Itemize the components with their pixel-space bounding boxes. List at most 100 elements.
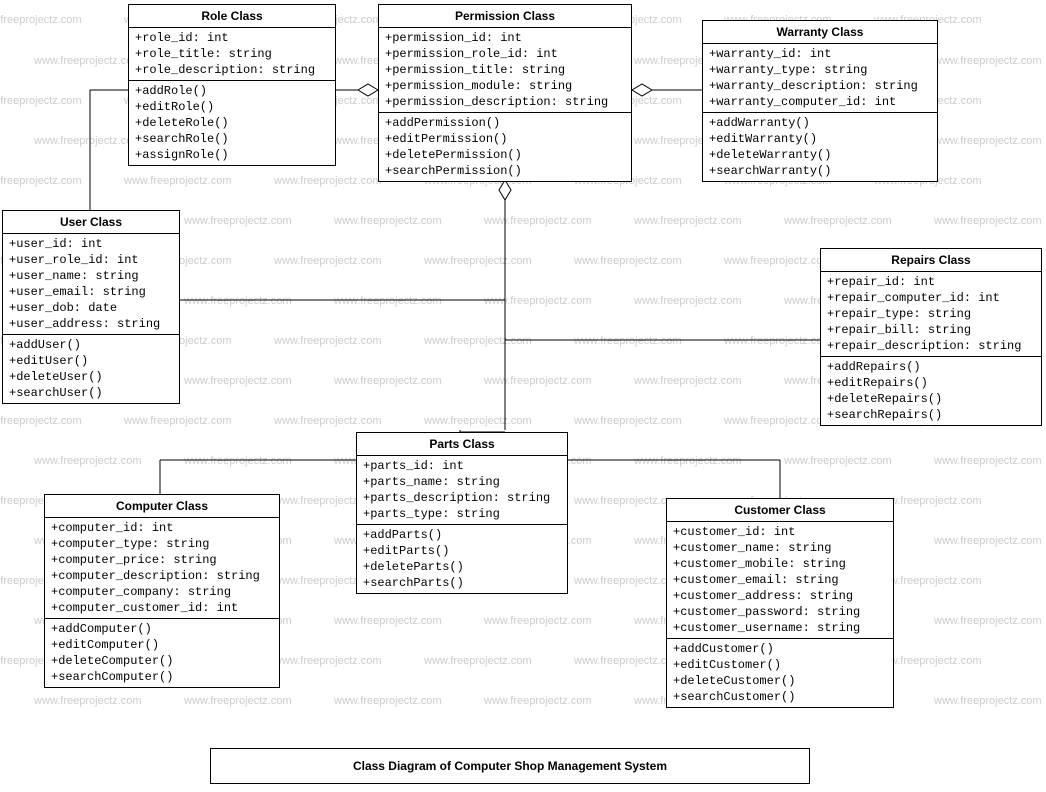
class-member: +assignRole() <box>135 147 329 163</box>
watermark-text: www.freeprojectz.com <box>34 455 142 467</box>
class-permission: Permission Class +permission_id: int+per… <box>378 4 632 182</box>
class-attributes: +repair_id: int+repair_computer_id: int+… <box>821 272 1041 357</box>
class-member: +computer_id: int <box>51 520 273 536</box>
class-member: +deleteRole() <box>135 115 329 131</box>
class-member: +parts_type: string <box>363 506 561 522</box>
class-member: +addRepairs() <box>827 359 1035 375</box>
class-member: +deleteComputer() <box>51 653 273 669</box>
watermark-text: www.freeprojectz.com <box>934 695 1042 707</box>
class-customer: Customer Class +customer_id: int+custome… <box>666 498 894 708</box>
class-member: +searchRole() <box>135 131 329 147</box>
class-member: +deleteWarranty() <box>709 147 931 163</box>
class-title: Parts Class <box>357 433 567 456</box>
class-member: +role_id: int <box>135 30 329 46</box>
class-member: +customer_mobile: string <box>673 556 887 572</box>
class-repairs: Repairs Class +repair_id: int+repair_com… <box>820 248 1042 426</box>
class-methods: +addCustomer()+editCustomer()+deleteCust… <box>667 639 893 707</box>
watermark-text: www.freeprojectz.com <box>184 295 292 307</box>
class-member: +permission_id: int <box>385 30 625 46</box>
watermark-text: www.freeprojectz.com <box>484 295 592 307</box>
watermark-text: www.freeprojectz.com <box>934 135 1042 147</box>
watermark-text: www.freeprojectz.com <box>274 655 382 667</box>
watermark-text: www.freeprojectz.com <box>784 455 892 467</box>
watermark-text: www.freeprojectz.com <box>484 695 592 707</box>
class-member: +repair_bill: string <box>827 322 1035 338</box>
class-member: +repair_id: int <box>827 274 1035 290</box>
class-member: +deleteUser() <box>9 369 173 385</box>
diagram-title: Class Diagram of Computer Shop Managemen… <box>210 748 810 784</box>
class-member: +computer_company: string <box>51 584 273 600</box>
class-member: +permission_description: string <box>385 94 625 110</box>
class-member: +deleteCustomer() <box>673 673 887 689</box>
class-member: +searchComputer() <box>51 669 273 685</box>
class-attributes: +parts_id: int+parts_name: string+parts_… <box>357 456 567 525</box>
watermark-text: www.freeprojectz.com <box>634 295 742 307</box>
class-member: +editUser() <box>9 353 173 369</box>
watermark-text: www.freeprojectz.com <box>424 655 532 667</box>
class-member: +user_address: string <box>9 316 173 332</box>
watermark-text: www.freeprojectz.com <box>724 415 832 427</box>
class-member: +customer_email: string <box>673 572 887 588</box>
class-member: +editRepairs() <box>827 375 1035 391</box>
class-member: +deletePermission() <box>385 147 625 163</box>
watermark-text: www.freeprojectz.com <box>34 135 142 147</box>
class-member: +parts_name: string <box>363 474 561 490</box>
class-computer: Computer Class +computer_id: int+compute… <box>44 494 280 688</box>
class-member: +customer_name: string <box>673 540 887 556</box>
class-member: +customer_address: string <box>673 588 887 604</box>
watermark-text: www.freeprojectz.com <box>424 255 532 267</box>
class-member: +editRole() <box>135 99 329 115</box>
class-member: +deleteParts() <box>363 559 561 575</box>
watermark-text: www.freeprojectz.com <box>274 175 382 187</box>
watermark-text: www.freeprojectz.com <box>0 175 82 187</box>
watermark-text: www.freeprojectz.com <box>124 415 232 427</box>
class-methods: +addRepairs()+editRepairs()+deleteRepair… <box>821 357 1041 425</box>
class-member: +warranty_id: int <box>709 46 931 62</box>
watermark-text: www.freeprojectz.com <box>334 295 442 307</box>
class-methods: +addPermission()+editPermission()+delete… <box>379 113 631 181</box>
watermark-text: www.freeprojectz.com <box>184 375 292 387</box>
class-member: +user_email: string <box>9 284 173 300</box>
class-member: +addWarranty() <box>709 115 931 131</box>
class-member: +user_id: int <box>9 236 173 252</box>
class-member: +addPermission() <box>385 115 625 131</box>
class-member: +editCustomer() <box>673 657 887 673</box>
watermark-text: www.freeprojectz.com <box>634 375 742 387</box>
watermark-text: www.freeprojectz.com <box>934 535 1042 547</box>
watermark-text: www.freeprojectz.com <box>484 615 592 627</box>
watermark-text: www.freeprojectz.com <box>0 415 82 427</box>
class-member: +editParts() <box>363 543 561 559</box>
class-member: +role_description: string <box>135 62 329 78</box>
watermark-text: www.freeprojectz.com <box>424 415 532 427</box>
watermark-text: www.freeprojectz.com <box>574 335 682 347</box>
class-member: +computer_description: string <box>51 568 273 584</box>
class-methods: +addRole()+editRole()+deleteRole()+searc… <box>129 81 335 165</box>
class-member: +searchUser() <box>9 385 173 401</box>
class-member: +parts_description: string <box>363 490 561 506</box>
watermark-text: www.freeprojectz.com <box>724 255 832 267</box>
class-member: +addRole() <box>135 83 329 99</box>
watermark-text: www.freeprojectz.com <box>934 215 1042 227</box>
class-member: +permission_role_id: int <box>385 46 625 62</box>
class-member: +warranty_computer_id: int <box>709 94 931 110</box>
watermark-text: www.freeprojectz.com <box>784 215 892 227</box>
watermark-text: www.freeprojectz.com <box>574 255 682 267</box>
class-member: +permission_title: string <box>385 62 625 78</box>
class-attributes: +permission_id: int+permission_role_id: … <box>379 28 631 113</box>
class-member: +customer_id: int <box>673 524 887 540</box>
class-title: Role Class <box>129 5 335 28</box>
class-member: +addCustomer() <box>673 641 887 657</box>
class-attributes: +warranty_id: int+warranty_type: string+… <box>703 44 937 113</box>
class-member: +repair_type: string <box>827 306 1035 322</box>
watermark-text: www.freeprojectz.com <box>934 455 1042 467</box>
class-title: Repairs Class <box>821 249 1041 272</box>
class-member: +warranty_description: string <box>709 78 931 94</box>
class-member: +warranty_type: string <box>709 62 931 78</box>
class-title: Permission Class <box>379 5 631 28</box>
watermark-text: www.freeprojectz.com <box>934 615 1042 627</box>
class-methods: +addComputer()+editComputer()+deleteComp… <box>45 619 279 687</box>
class-member: +searchCustomer() <box>673 689 887 705</box>
class-member: +searchPermission() <box>385 163 625 179</box>
watermark-text: www.freeprojectz.com <box>484 375 592 387</box>
watermark-text: www.freeprojectz.com <box>934 55 1042 67</box>
